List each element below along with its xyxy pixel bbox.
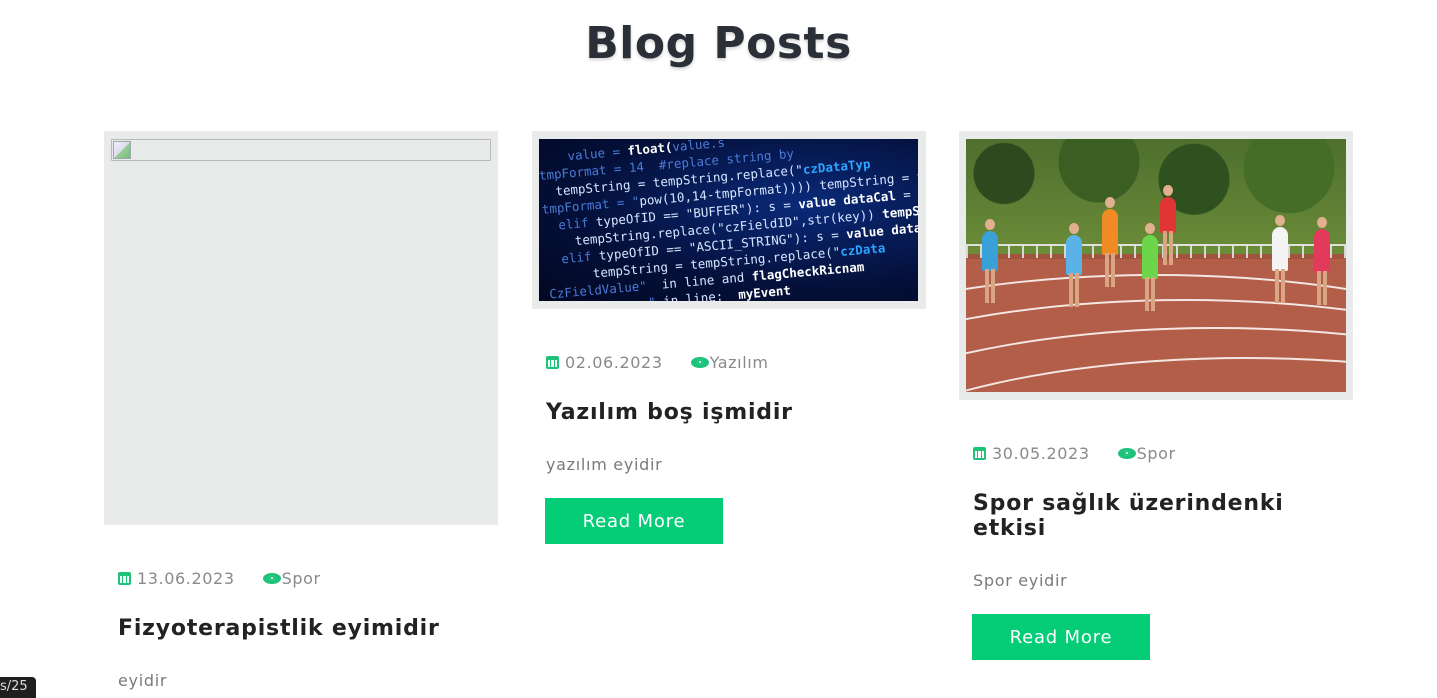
read-more-button[interactable]: Read More: [972, 614, 1150, 660]
post-date: 30.05.2023: [992, 444, 1090, 463]
code-screen-image: value = float(value.s tmpFormat = 14 #re…: [539, 139, 918, 301]
post-date: 13.06.2023: [137, 569, 235, 588]
post-meta: 13.06.2023 Spor: [104, 569, 498, 588]
post-category[interactable]: Spor: [282, 569, 321, 588]
blog-card: value = float(value.s tmpFormat = 14 #re…: [532, 131, 926, 544]
page-title: Blog Posts: [585, 18, 852, 69]
post-image-frame[interactable]: [104, 131, 498, 525]
post-excerpt: yazılım eyidir: [546, 455, 663, 474]
post-meta: 02.06.2023 Yazılım: [532, 353, 926, 372]
calendar-icon: [118, 572, 131, 585]
eye-icon: [262, 573, 281, 584]
post-title[interactable]: Spor sağlık üzerindenki etkisi: [973, 491, 1353, 541]
eye-icon: [1117, 448, 1136, 459]
calendar-icon: [546, 356, 559, 369]
blog-card: 30.05.2023 Spor Spor sağlık üzerindenki …: [959, 131, 1353, 660]
blog-card: 13.06.2023 Spor Fizyoterapistlik eyimidi…: [104, 131, 498, 690]
running-track-image: [966, 139, 1346, 392]
status-chip: s/25: [0, 677, 36, 698]
post-image-frame[interactable]: [959, 131, 1353, 400]
image-placeholder-icon: [113, 141, 131, 159]
broken-image-icon: [111, 139, 491, 161]
post-title[interactable]: Yazılım boş işmidir: [546, 400, 926, 425]
post-title[interactable]: Fizyoterapistlik eyimidir: [118, 616, 498, 641]
post-category[interactable]: Yazılım: [710, 353, 769, 372]
post-meta: 30.05.2023 Spor: [959, 444, 1353, 463]
post-image-frame[interactable]: value = float(value.s tmpFormat = 14 #re…: [532, 131, 926, 309]
read-more-button[interactable]: Read More: [545, 498, 723, 544]
calendar-icon: [973, 447, 986, 460]
post-date: 02.06.2023: [565, 353, 663, 372]
post-category[interactable]: Spor: [1137, 444, 1176, 463]
post-excerpt: eyidir: [118, 671, 168, 690]
post-excerpt: Spor eyidir: [973, 571, 1068, 590]
eye-icon: [690, 357, 709, 368]
